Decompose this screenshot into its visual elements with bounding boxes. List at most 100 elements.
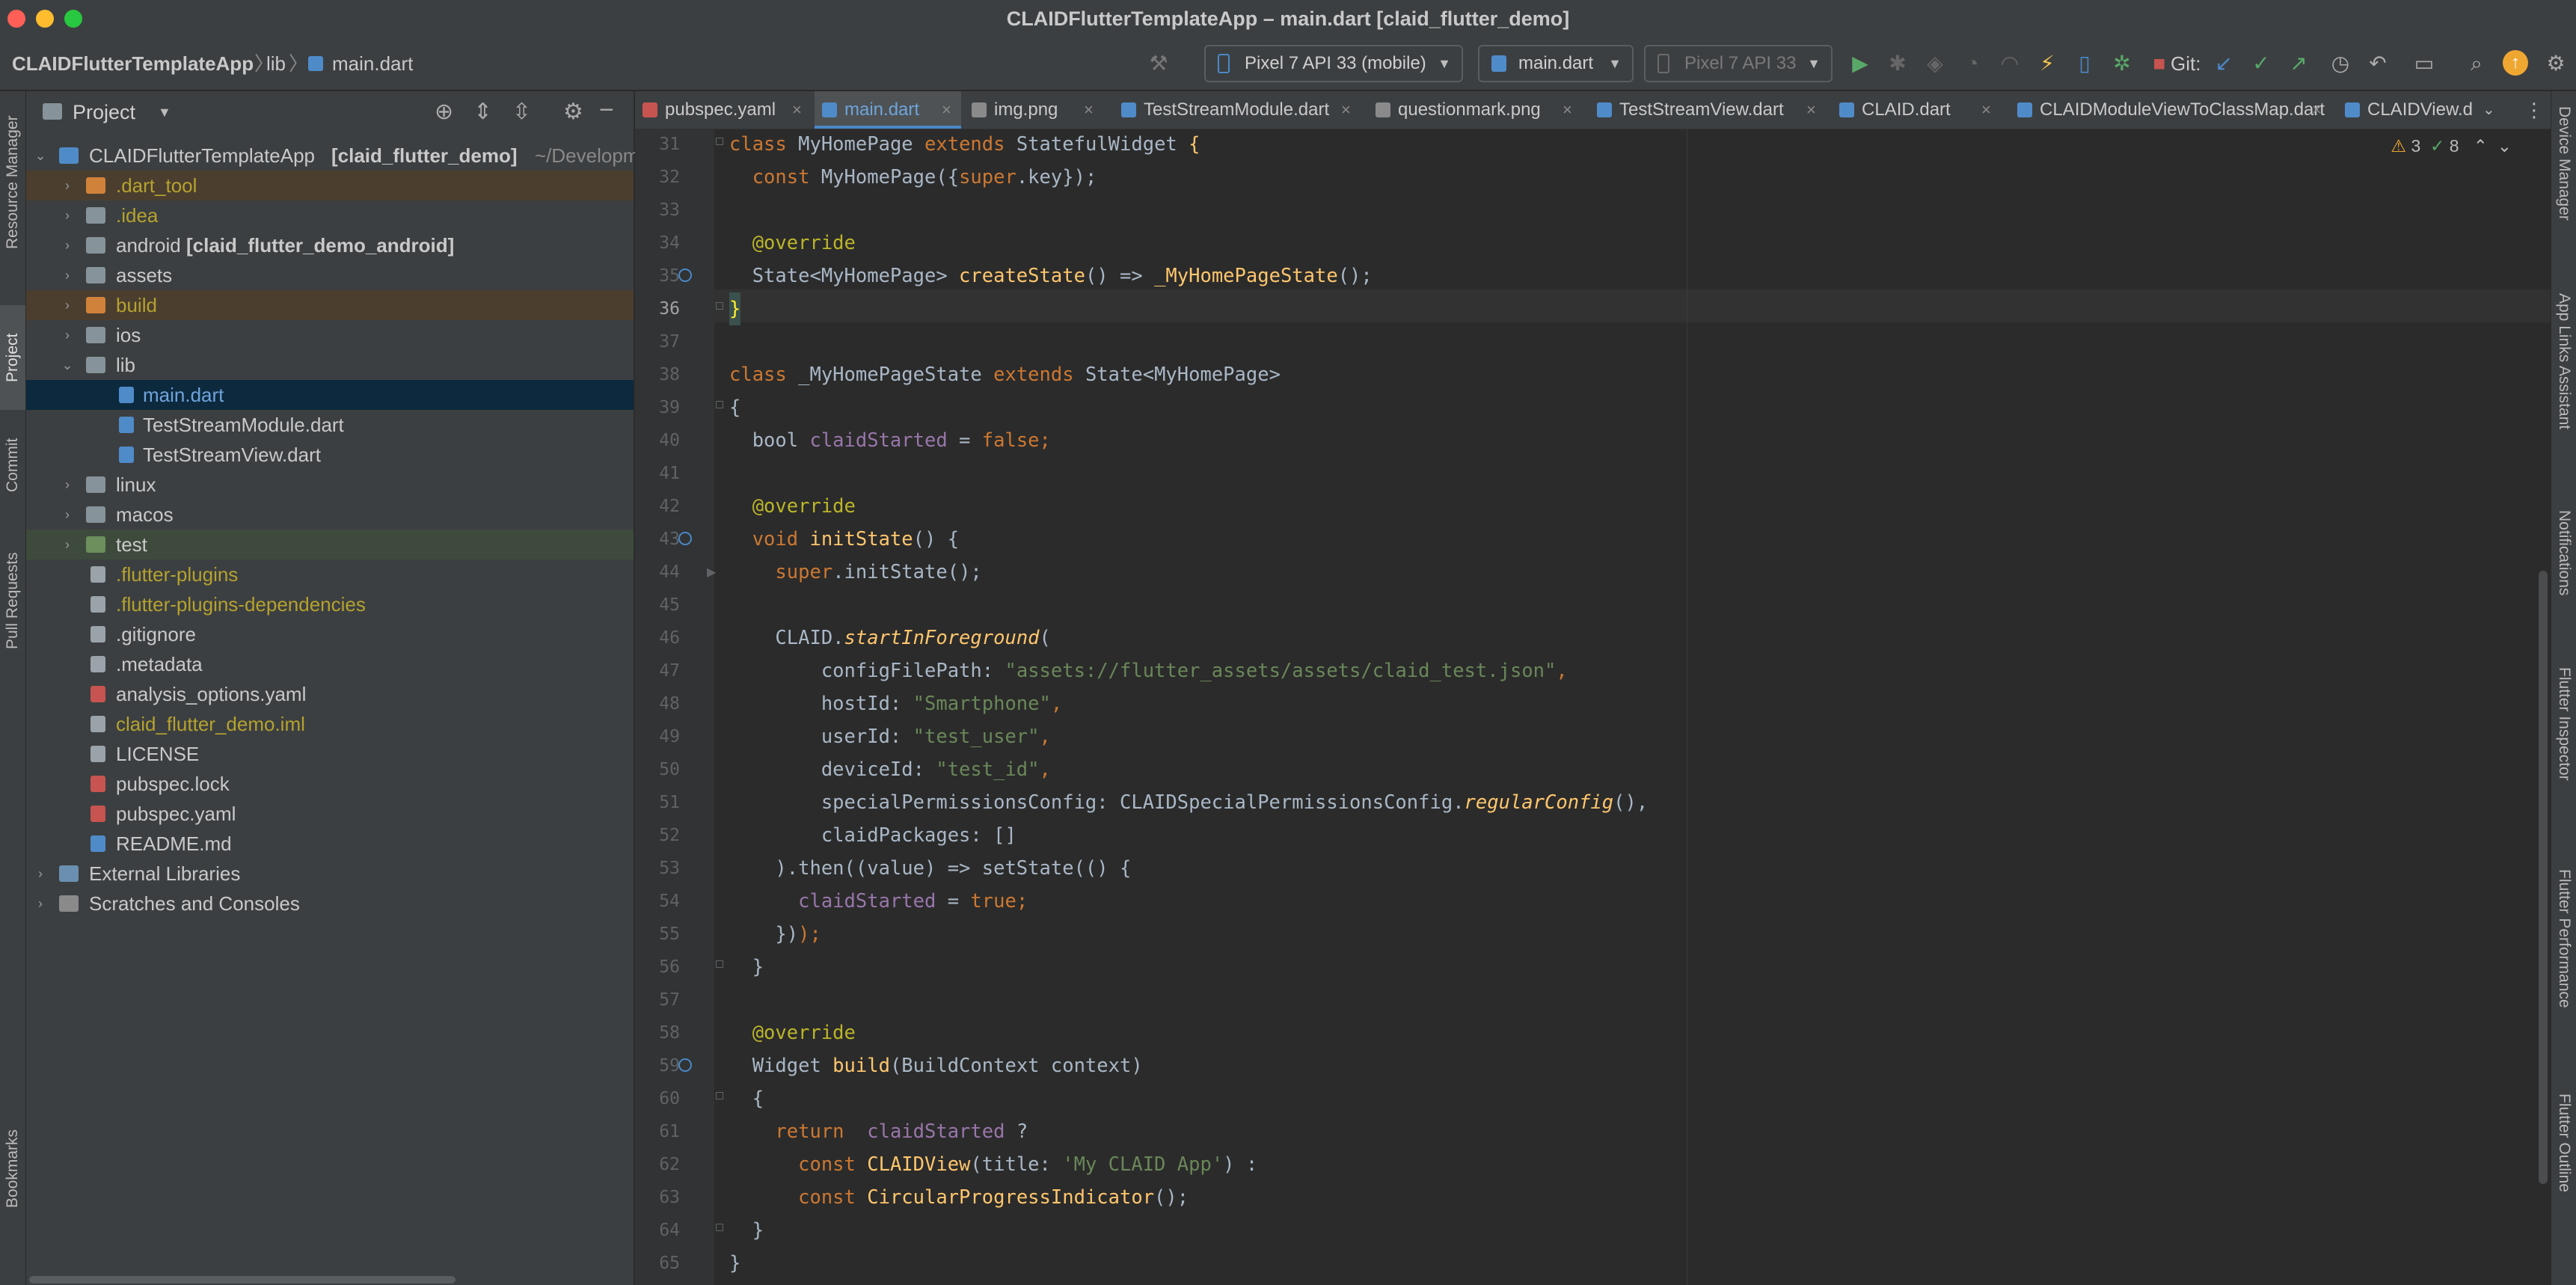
horizontal-scrollbar[interactable] xyxy=(29,1276,456,1284)
project-view-selector[interactable]: Project xyxy=(73,91,135,133)
tree-row-idea[interactable]: › .idea xyxy=(26,200,634,230)
bookmarks-tab[interactable]: Bookmarks xyxy=(0,1108,25,1228)
tab-img-png[interactable]: img.png × xyxy=(964,91,1103,129)
more-options-icon[interactable]: ⋮ xyxy=(2524,91,2544,129)
tab-main-dart[interactable]: main.dart × xyxy=(815,91,961,129)
chevron-up-icon[interactable]: ⌃ xyxy=(2474,136,2488,156)
close-icon[interactable]: × xyxy=(1981,91,1991,129)
chevron-down-icon[interactable]: ⌄ xyxy=(2497,136,2512,156)
resource-manager-tab[interactable]: Resource Manager xyxy=(0,100,25,265)
tree-row-build[interactable]: › build xyxy=(26,290,634,320)
settings-icon[interactable]: ⚙ xyxy=(563,99,583,125)
tree-row-iml[interactable]: claid_flutter_demo.iml xyxy=(26,709,634,739)
override-marker-icon[interactable] xyxy=(678,269,692,282)
project-tab[interactable]: Project xyxy=(0,305,25,410)
breadcrumb-file[interactable]: main.dart xyxy=(332,37,413,90)
history-icon[interactable]: ◷ xyxy=(2326,49,2355,78)
tree-row-readme[interactable]: README.md xyxy=(26,829,634,859)
fold-icon[interactable] xyxy=(716,401,723,408)
hot-reload-icon[interactable]: ⚡ xyxy=(2033,49,2061,78)
tree-row-gitignore[interactable]: .gitignore xyxy=(26,619,634,649)
attach-debugger-icon[interactable]: ✲ xyxy=(2108,49,2136,78)
tree-row-teststreamview[interactable]: TestStreamView.dart xyxy=(26,440,634,470)
tree-row-flutter-plugins-dependencies[interactable]: .flutter-plugins-dependencies xyxy=(26,589,634,619)
tree-row-ios[interactable]: › ios xyxy=(26,320,634,350)
device-manager-tab[interactable]: Device Manager xyxy=(2551,106,2576,256)
tab-teststreammodule[interactable]: TestStreamModule.dart × xyxy=(1114,91,1361,129)
tree-row-scratches[interactable]: › Scratches and Consoles xyxy=(26,889,634,918)
gauge-icon[interactable]: ◠ xyxy=(1996,49,2024,78)
flutter-outline-tab[interactable]: Flutter Outline xyxy=(2551,1094,2576,1266)
close-icon[interactable]: × xyxy=(2312,91,2322,129)
fold-icon[interactable] xyxy=(716,1224,723,1231)
fold-icon[interactable] xyxy=(716,960,723,968)
breadcrumb-lib[interactable]: lib xyxy=(266,37,286,90)
run-icon[interactable]: ▶ xyxy=(1846,49,1874,78)
fold-arrow-icon[interactable]: ▶ xyxy=(707,565,716,580)
tree-row-pubspec-yaml[interactable]: pubspec.yaml xyxy=(26,799,634,829)
code-editor[interactable]: ⚠ 3 ✓ 8 ⌃ ⌄ 31 32 33 34 35 36 37 38 39 4… xyxy=(635,129,2551,1285)
commit-tab[interactable]: Commit xyxy=(0,420,25,510)
tree-row-metadata[interactable]: .metadata xyxy=(26,649,634,679)
close-icon[interactable]: × xyxy=(1806,91,1816,129)
profile-icon[interactable]: ◔ xyxy=(1958,49,1987,78)
hot-restart-icon[interactable]: ▯ xyxy=(2070,49,2099,78)
flutter-performance-tab[interactable]: Flutter Performance xyxy=(2551,869,2576,1071)
flutter-inspector-tab[interactable]: Flutter Inspector xyxy=(2551,667,2576,832)
git-push-icon[interactable]: ↗ xyxy=(2284,49,2313,78)
vertical-scrollbar[interactable] xyxy=(2539,571,2548,1184)
debug-icon[interactable]: ✱ xyxy=(1883,49,1912,78)
coverage-icon[interactable]: ◈ xyxy=(1921,49,1949,78)
tab-questionmark-png[interactable]: questionmark.png × xyxy=(1368,91,1582,129)
tree-row-pubspec-lock[interactable]: pubspec.lock xyxy=(26,769,634,799)
fold-icon[interactable] xyxy=(716,1092,723,1100)
tree-row-dart-tool[interactable]: › .dart_tool xyxy=(26,171,634,200)
tree-row-android[interactable]: › android [claid_flutter_demo_android] xyxy=(26,230,634,260)
git-update-icon[interactable]: ↙ xyxy=(2209,49,2238,78)
chevron-down-icon[interactable]: ▼ xyxy=(158,91,171,133)
locate-icon[interactable]: ⊕ xyxy=(435,99,453,125)
update-icon[interactable]: ↑ xyxy=(2503,50,2528,76)
stop-icon[interactable]: ■ xyxy=(2145,49,2174,78)
override-marker-icon[interactable] xyxy=(678,532,692,545)
git-commit-icon[interactable]: ✓ xyxy=(2247,49,2275,78)
chevron-down-icon[interactable]: ⌄ xyxy=(2483,91,2495,129)
tab-teststreamview[interactable]: TestStreamView.dart × xyxy=(1589,91,1826,129)
tab-pubspec-yaml[interactable]: pubspec.yaml × xyxy=(635,91,812,129)
close-icon[interactable]: × xyxy=(942,91,951,129)
override-marker-icon[interactable] xyxy=(678,1058,692,1072)
project-root-row[interactable]: ⌄ CLAIDFlutterTemplateApp [claid_flutter… xyxy=(26,141,639,171)
device-mirror-icon[interactable]: ▭ xyxy=(2410,49,2438,78)
close-icon[interactable]: × xyxy=(1341,91,1351,129)
device-selector[interactable]: Pixel 7 API 33 (mobile) ▼ xyxy=(1204,45,1463,82)
fold-icon[interactable] xyxy=(716,302,723,310)
rollback-icon[interactable]: ↶ xyxy=(2364,49,2392,78)
tree-row-test[interactable]: › test xyxy=(26,530,634,559)
expand-all-icon[interactable]: ⇕ xyxy=(473,99,492,125)
tree-row-lib[interactable]: ⌄ lib xyxy=(26,350,634,380)
close-icon[interactable]: × xyxy=(1084,91,1094,129)
close-icon[interactable]: × xyxy=(1563,91,1572,129)
hammer-icon[interactable]: ⚒ xyxy=(1144,49,1173,78)
run-configuration-selector[interactable]: main.dart ▼ xyxy=(1478,45,1634,82)
inspections-widget[interactable]: ⚠ 3 ✓ 8 ⌃ ⌄ xyxy=(2391,129,2512,162)
tree-row-license[interactable]: LICENSE xyxy=(26,739,634,769)
fold-icon[interactable] xyxy=(716,138,723,145)
emulator-selector[interactable]: Pixel 7 API 33 ▼ xyxy=(1644,45,1833,82)
tab-claidmoduleviewtoclassmap[interactable]: CLAIDModuleViewToClassMap.dart × xyxy=(2010,91,2331,129)
tab-claid-dart[interactable]: CLAID.dart × xyxy=(1832,91,2001,129)
search-icon[interactable]: ⌕ xyxy=(2462,49,2491,78)
tree-row-teststreammodule[interactable]: TestStreamModule.dart xyxy=(26,410,634,440)
app-links-assistant-tab[interactable]: App Links Assistant xyxy=(2551,293,2576,488)
tree-row-linux[interactable]: › linux xyxy=(26,470,634,500)
tab-claidview[interactable]: CLAIDView.d xyxy=(2337,91,2480,129)
settings-icon[interactable]: ⚙ xyxy=(2542,49,2570,78)
tree-row-flutter-plugins[interactable]: .flutter-plugins xyxy=(26,559,634,589)
tree-row-main-dart[interactable]: main.dart xyxy=(26,380,634,410)
tree-row-external-libraries[interactable]: › External Libraries xyxy=(26,859,634,889)
pull-requests-tab[interactable]: Pull Requests xyxy=(0,530,25,672)
tree-row-assets[interactable]: › assets xyxy=(26,260,634,290)
breadcrumb-project[interactable]: CLAIDFlutterTemplateApp xyxy=(12,37,254,90)
tree-row-macos[interactable]: › macos xyxy=(26,500,634,530)
notifications-tab[interactable]: Notifications xyxy=(2551,510,2576,652)
